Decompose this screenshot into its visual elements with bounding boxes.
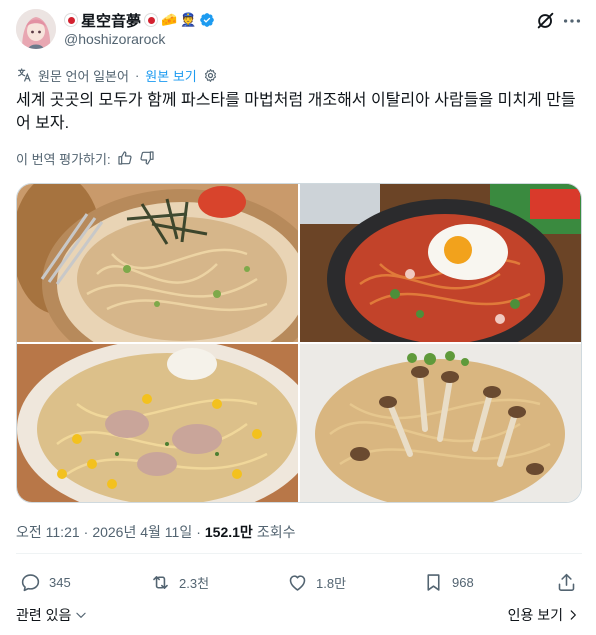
settings-gear-icon[interactable] — [203, 68, 218, 83]
more-options-icon[interactable] — [561, 10, 583, 32]
chevron-right-icon — [570, 610, 576, 620]
reply-button[interactable]: 345 — [20, 571, 71, 593]
japan-flag-icon — [144, 13, 159, 27]
views-count: 152.1만 — [204, 524, 253, 540]
bookmark-count: 968 — [452, 574, 474, 590]
thumbs-up-icon[interactable] — [117, 150, 133, 166]
translate-icon — [18, 68, 31, 82]
tweet-time[interactable]: 오전 11:21 — [16, 522, 80, 542]
view-quotes-link[interactable]: 인용 보기 — [508, 605, 580, 625]
tweet-date[interactable]: 2026년 4월 11일 — [92, 522, 192, 542]
cheese-emoji: 🧀 — [161, 12, 178, 27]
repost-count: 2.3천 — [179, 575, 210, 591]
japan-flag-icon — [64, 13, 78, 27]
tweet-text: 세계 곳곳의 모두가 함께 파스타를 마법처럼 개조해서 이탈리아 사람들을 미… — [16, 92, 576, 132]
pasta-photo-3[interactable] — [17, 344, 298, 502]
pasta-photo-2[interactable] — [300, 184, 581, 342]
related-label: 관련 있음 — [16, 607, 72, 623]
divider — [16, 553, 582, 554]
view-original-link[interactable]: 원본 보기 — [145, 66, 196, 85]
author-handle[interactable]: @hoshizorarock — [64, 31, 165, 47]
verified-badge-icon — [200, 13, 215, 27]
related-dropdown[interactable]: 관련 있음 — [16, 605, 88, 625]
reply-count: 345 — [49, 574, 71, 590]
pasta-photo-1[interactable] — [17, 184, 298, 342]
views-label: 조회수 — [256, 524, 296, 540]
share-button[interactable] — [556, 571, 577, 593]
view-quotes-label: 인용 보기 — [507, 607, 563, 623]
media-grid[interactable] — [16, 183, 582, 503]
thumbs-down-icon[interactable] — [139, 150, 155, 166]
rate-translation-label: 이 번역 평가하기: — [16, 151, 111, 167]
author-name-row[interactable]: 星空音夢 🧀 👮 — [64, 10, 215, 30]
chevron-down-icon — [76, 612, 87, 618]
rate-translation-row: 이 번역 평가하기: — [16, 149, 155, 167]
pasta-photo-4[interactable] — [300, 344, 581, 502]
police-officer-emoji: 👮 — [180, 12, 197, 27]
like-button[interactable]: 1.8만 — [287, 571, 346, 593]
avatar[interactable] — [16, 9, 56, 49]
translation-bar: 원문 언어 일본어 · 원본 보기 — [16, 66, 218, 84]
like-count: 1.8만 — [316, 575, 347, 591]
heart-icon — [289, 574, 306, 591]
tweet-meta: 오전 11:21 · 2026년 4월 11일 · 152.1만 조회수 — [16, 522, 296, 542]
source-language-label: 원문 언어 일본어 — [38, 68, 129, 84]
bookmark-icon — [427, 573, 440, 591]
author-display-name[interactable]: 星空音夢 — [81, 10, 141, 31]
repost-button[interactable]: 2.3천 — [150, 571, 209, 593]
grok-icon[interactable] — [535, 10, 557, 32]
repost-icon — [153, 575, 168, 589]
bookmark-button[interactable]: 968 — [423, 571, 474, 593]
reply-icon — [21, 573, 40, 591]
share-icon — [558, 573, 575, 591]
